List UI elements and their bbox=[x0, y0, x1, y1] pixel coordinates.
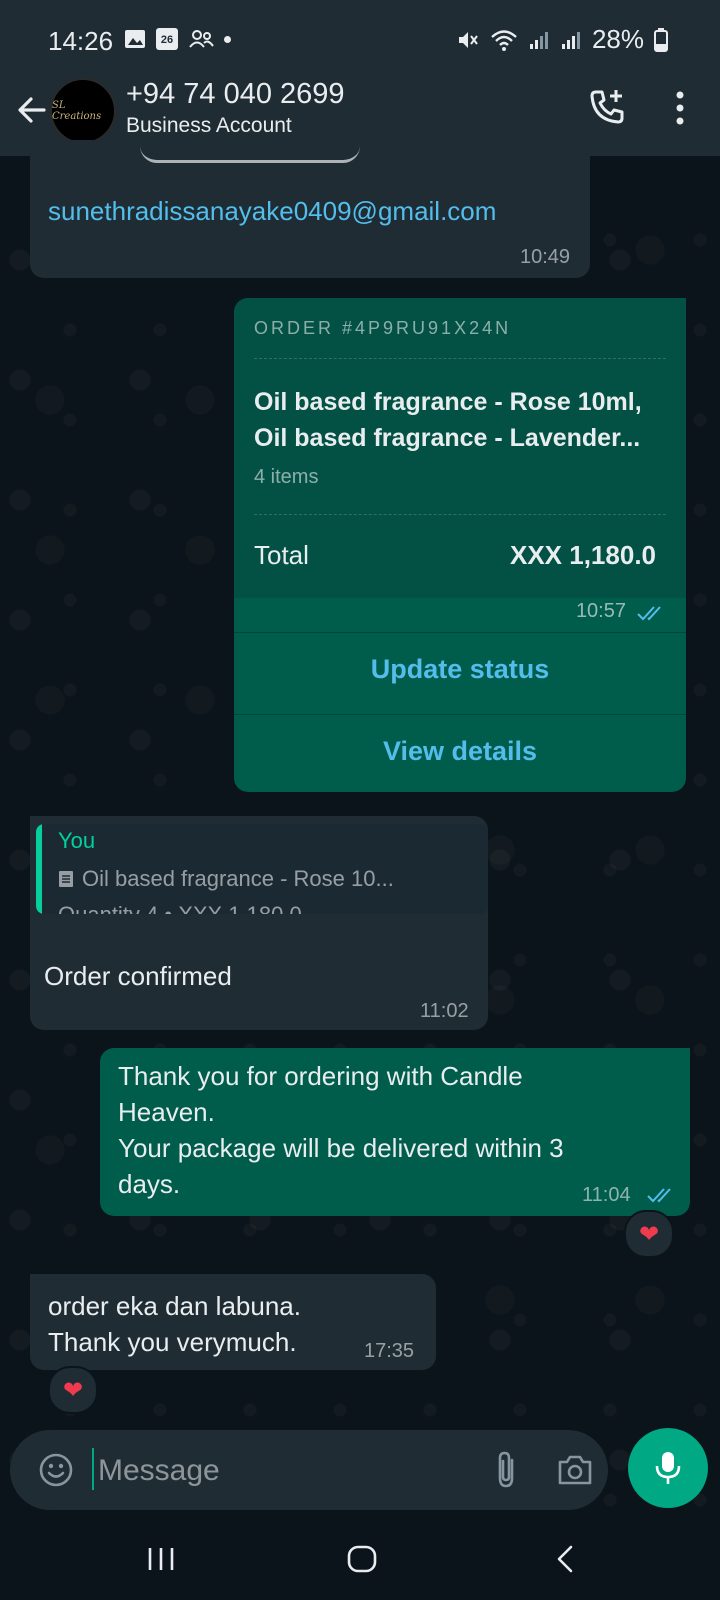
divider bbox=[254, 514, 666, 515]
view-details-button[interactable]: View details bbox=[234, 736, 686, 767]
email-link[interactable]: sunethradissanayake0409@gmail.com bbox=[48, 196, 496, 227]
home-icon[interactable] bbox=[346, 1544, 378, 1574]
heart-reaction[interactable]: ❤ bbox=[624, 1210, 674, 1258]
heart-reaction[interactable]: ❤ bbox=[48, 1366, 98, 1414]
order-card[interactable]: ORDER #4P9RU91X24N Oil based fragrance -… bbox=[234, 298, 686, 792]
order-doc-icon bbox=[59, 871, 73, 887]
battery-percent: 28% bbox=[591, 24, 644, 54]
order-summary[interactable]: ORDER #4P9RU91X24N Oil based fragrance -… bbox=[234, 298, 686, 598]
wifi-icon bbox=[491, 29, 517, 51]
group-notification-icon bbox=[189, 30, 214, 48]
quote-author: You bbox=[58, 828, 96, 853]
battery-icon bbox=[654, 27, 668, 52]
signal-icon-1 bbox=[529, 31, 548, 49]
status-bar: 14:26 26 28% bbox=[0, 0, 720, 78]
recent-apps-icon[interactable] bbox=[146, 1546, 176, 1572]
back-arrow-icon[interactable] bbox=[14, 92, 50, 128]
order-products: Oil based fragrance - Rose 10ml, bbox=[254, 388, 642, 416]
contact-avatar[interactable]: SL Creations bbox=[50, 78, 116, 144]
back-nav-icon[interactable] bbox=[554, 1544, 576, 1574]
quote-quantity: Quantity 4 • XXX 1,180.0 bbox=[58, 902, 302, 914]
status-time: 14:26 bbox=[48, 26, 114, 56]
order-products: Oil based fragrance - Lavender... bbox=[254, 424, 641, 452]
camera-icon[interactable] bbox=[556, 1452, 594, 1488]
voice-message-button[interactable] bbox=[628, 1428, 708, 1508]
text-cursor bbox=[92, 1448, 94, 1490]
order-total-label: Total bbox=[254, 540, 309, 570]
update-status-button[interactable]: Update status bbox=[234, 654, 686, 685]
divider bbox=[254, 358, 666, 359]
add-call-icon[interactable] bbox=[588, 88, 626, 126]
read-receipt-icon bbox=[637, 606, 661, 621]
calendar-notification-icon: 26 bbox=[156, 28, 178, 50]
message-time: 10:57 bbox=[575, 600, 626, 622]
message-text: Order confirmed bbox=[44, 961, 232, 991]
emoji-icon[interactable] bbox=[38, 1452, 74, 1488]
system-navigation-bar bbox=[0, 1520, 720, 1600]
notification-dot-icon bbox=[224, 35, 231, 43]
message-time: 17:35 bbox=[364, 1340, 415, 1362]
order-total-value: XXX 1,180.0 bbox=[510, 540, 656, 570]
gallery-notification-icon bbox=[125, 30, 145, 48]
microphone-icon bbox=[655, 1452, 681, 1484]
more-options-icon[interactable] bbox=[674, 90, 686, 126]
order-item-count: 4 items bbox=[254, 466, 319, 488]
signal-icon-2 bbox=[561, 31, 580, 49]
message-time: 11:04 bbox=[582, 1184, 631, 1206]
message-text: order eka dan labuna. Thank you verymuch… bbox=[48, 1291, 301, 1357]
message-composer bbox=[10, 1430, 608, 1510]
quote-product: Oil based fragrance - Rose 10... bbox=[82, 866, 394, 891]
mute-icon bbox=[458, 31, 478, 48]
message-text: Thank you for ordering with Candle Heave… bbox=[118, 1061, 564, 1199]
message-input[interactable] bbox=[96, 1440, 460, 1502]
contact-name[interactable]: +94 74 040 2699 bbox=[126, 78, 345, 111]
contact-subtitle[interactable]: Business Account bbox=[126, 114, 292, 138]
read-receipt-icon bbox=[647, 1188, 671, 1203]
attach-icon[interactable] bbox=[492, 1450, 520, 1490]
truncated-text-fragment bbox=[140, 146, 360, 163]
order-number: ORDER #4P9RU91X24N bbox=[254, 318, 512, 338]
message-time: 10:49 bbox=[520, 246, 571, 268]
quoted-message[interactable]: You Oil based fragrance - Rose 10... Qua… bbox=[36, 824, 488, 914]
message-time: 11:02 bbox=[420, 1000, 469, 1022]
